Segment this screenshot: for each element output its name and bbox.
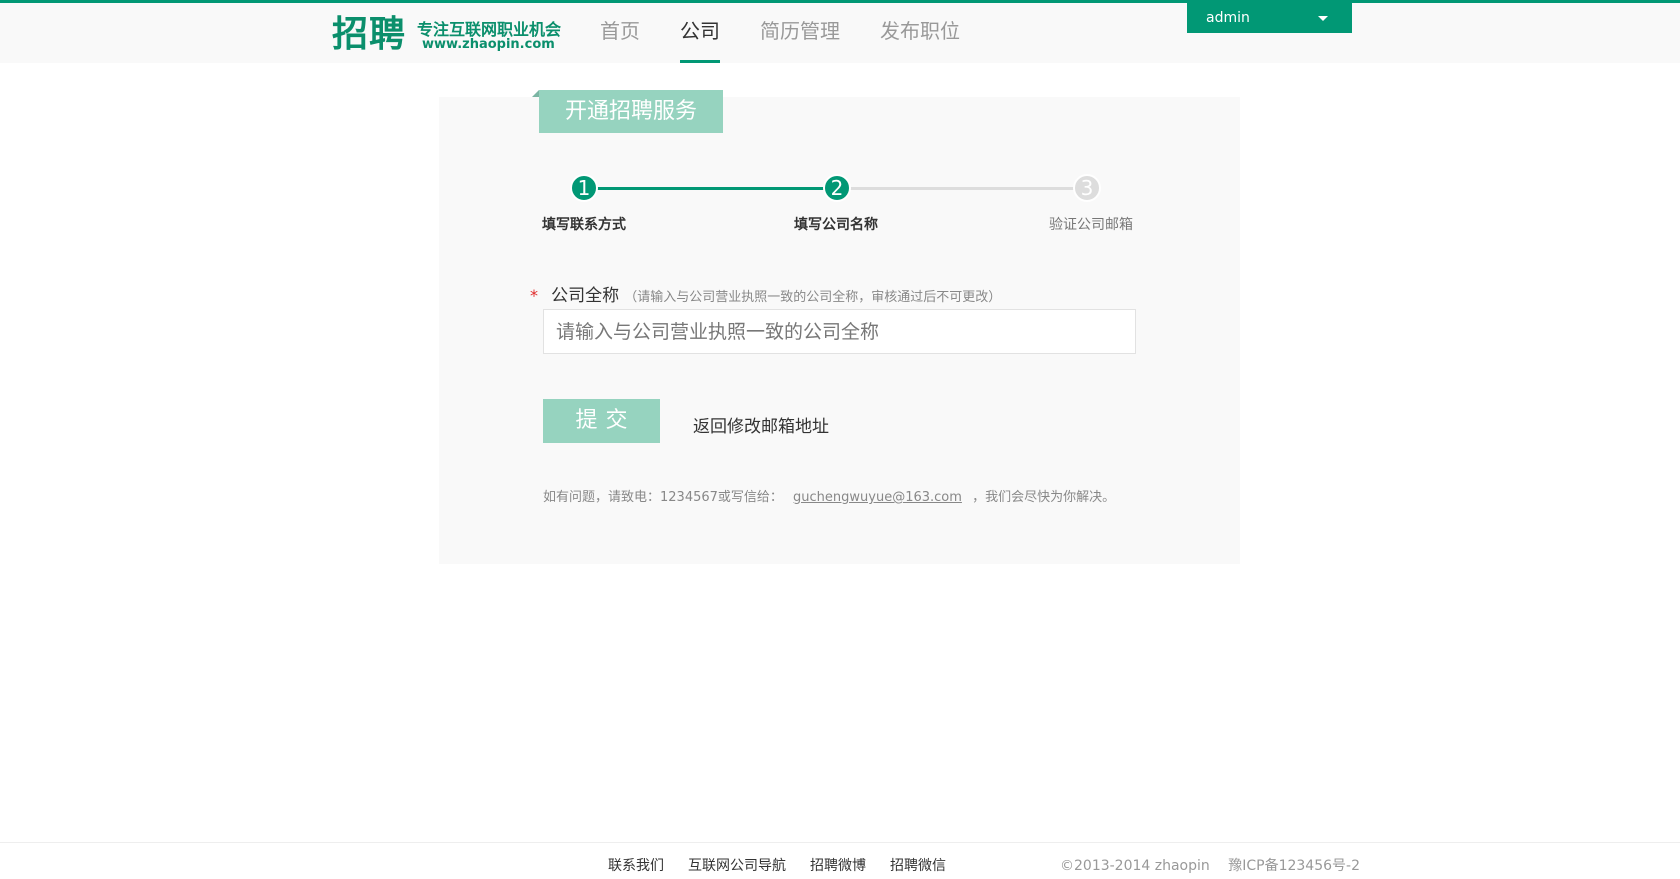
help-text: 如有问题，请致电：1234567或写信给： guchengwuyue@163.c… — [543, 486, 1115, 505]
nav-item-home[interactable]: 首页 — [600, 3, 640, 63]
help-text-before: 如有问题，请致电：1234567或写信给： — [543, 490, 783, 505]
user-menu-dropdown[interactable]: admin — [1187, 3, 1352, 33]
footer-link-company-nav[interactable]: 互联网公司导航 — [688, 855, 786, 875]
logo[interactable]: 招聘 专注互联网职业机会 www.zhaopin.com — [332, 13, 562, 59]
footer: 联系我们 互联网公司导航 招聘微博 招聘微信 ©2013-2014 zhaopi… — [0, 842, 1680, 879]
caret-down-icon — [1318, 16, 1328, 21]
step-2-indicator: 2 — [823, 174, 851, 202]
company-name-input[interactable] — [543, 309, 1136, 354]
logo-mark: 招聘 — [332, 14, 407, 55]
ribbon-fold — [532, 90, 539, 97]
panel-title: 开通招聘服务 — [539, 90, 723, 133]
nav-item-post-job[interactable]: 发布职位 — [880, 3, 960, 63]
footer-link-wechat[interactable]: 招聘微信 — [890, 855, 946, 875]
logo-url: www.zhaopin.com — [422, 37, 555, 52]
icp-text: 豫ICP备123456号-2 — [1228, 858, 1360, 874]
field-name: 公司全称 — [551, 286, 620, 306]
header: 招聘 专注互联网职业机会 www.zhaopin.com 首页 公司 简历管理 … — [0, 3, 1680, 63]
support-email-link[interactable]: guchengwuyue@163.com — [793, 490, 962, 505]
required-mark: * — [530, 286, 538, 305]
step-3-indicator: 3 — [1073, 174, 1101, 202]
user-name: admin — [1206, 10, 1250, 26]
step-1-indicator: 1 — [570, 174, 598, 202]
nav-item-resume-management[interactable]: 简历管理 — [760, 3, 840, 63]
footer-links: 联系我们 互联网公司导航 招聘微博 招聘微信 — [608, 855, 970, 875]
footer-link-weibo[interactable]: 招聘微博 — [810, 855, 866, 875]
footer-link-contact[interactable]: 联系我们 — [608, 855, 664, 875]
step-3-label: 验证公司邮箱 — [1049, 217, 1133, 233]
copyright-text: ©2013-2014 zhaopin — [1060, 858, 1210, 874]
step-1-label: 填写联系方式 — [542, 217, 626, 233]
step-2-label: 填写公司名称 — [794, 217, 878, 233]
footer-copyright: ©2013-2014 zhaopin 豫ICP备123456号-2 — [1060, 855, 1374, 875]
help-text-after: ，我们会尽快为你解决。 — [972, 490, 1116, 505]
field-hint: （请输入与公司营业执照一致的公司全称，审核通过后不可更改） — [624, 290, 1002, 305]
main-nav: 首页 公司 简历管理 发布职位 — [600, 3, 1000, 63]
back-to-edit-email-link[interactable]: 返回修改邮箱地址 — [693, 412, 829, 437]
step-progress-line-todo — [837, 187, 1087, 190]
step-progress-line-done — [584, 187, 837, 190]
nav-item-company[interactable]: 公司 — [680, 3, 720, 63]
submit-button[interactable]: 提交 — [543, 399, 660, 443]
company-name-label: * 公司全称 （请输入与公司营业执照一致的公司全称，审核通过后不可更改） — [530, 281, 1001, 306]
